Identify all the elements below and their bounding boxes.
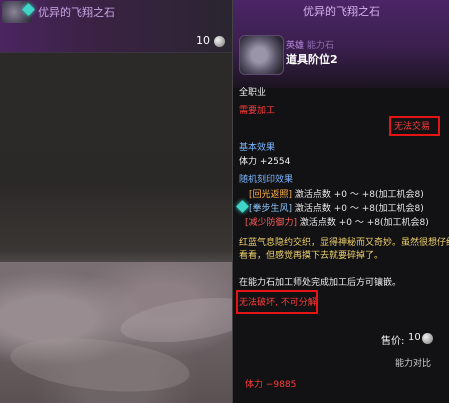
tooltip-item-image: [239, 35, 284, 75]
engraving-value: 激活点数 +0 ～ +8(加工机会8): [297, 218, 429, 228]
coin-icon: [214, 36, 225, 47]
price-value: 10: [408, 332, 421, 343]
coin-icon: [422, 333, 433, 344]
engraving-name: [减少防御力]: [245, 218, 298, 228]
item-count: 10: [196, 34, 210, 47]
compare-label: 能力对比: [395, 359, 432, 369]
engraving-name: [回光返照]: [249, 190, 293, 200]
engraving-option: [拳步生风] 激活点数 +0 ～ +8(加工机会8): [249, 201, 424, 214]
restriction-text: 无法破坏, 不可分解: [239, 298, 317, 308]
base-effect-label: 基本效果: [239, 143, 276, 153]
restriction-destroy: 无法破坏: [239, 298, 276, 308]
flavor-text: 看看，但感觉再摸下去就要碎掉了。: [239, 251, 384, 261]
tooltip-header: 优异的飞翔之石 英雄 能力石 道具阶位2: [233, 0, 449, 88]
item-tooltip: 优异的飞翔之石 英雄 能力石 道具阶位2 全职业 需要加工 无法交易 基本效果 …: [232, 0, 449, 403]
item-category: 能力石: [306, 41, 334, 51]
diamond-icon: [236, 200, 249, 213]
stat-difference: 体力 −9885: [245, 380, 297, 390]
item-rarity: 英雄: [286, 41, 305, 51]
item-name: 优异的飞翔之石: [38, 6, 115, 19]
price-label: 售价:: [381, 336, 405, 347]
random-effect-label: 随机刻印效果: [239, 175, 294, 185]
class-restriction: 全职业: [239, 88, 267, 98]
engraving-value: 激活点数 +0 ～ +8(加工机会8): [292, 190, 424, 200]
restriction-dismantle: 不可分解: [280, 298, 317, 308]
inventory-item-card[interactable]: 优异的飞翔之石 10: [0, 0, 232, 53]
flavor-text: 红蓝气息隐约交织，显得神秘而又奇妙。虽然很想仔细: [239, 238, 449, 248]
item-grade: 道具阶位2: [286, 53, 338, 66]
base-effect-value: 体力 +2554: [239, 157, 291, 167]
engraving-option: [回光返照] 激活点数 +0 ～ +8(加工机会8): [249, 187, 424, 200]
engraving-value: 激活点数 +0 ～ +8(加工机会8): [292, 204, 424, 214]
trade-status: 无法交易: [394, 122, 431, 132]
engraving-name: [拳步生风]: [249, 204, 293, 214]
item-type: 英雄 能力石: [286, 38, 334, 51]
engraving-option: [减少防御力] 激活点数 +0 ～ +8(加工机会8): [245, 215, 429, 228]
game-scene-background: [0, 0, 233, 403]
socket-note: 在能力石加工师处完成加工后方可镶嵌。: [239, 278, 402, 288]
tooltip-title: 优异的飞翔之石: [303, 5, 380, 18]
requirement-text: 需要加工: [239, 106, 276, 116]
